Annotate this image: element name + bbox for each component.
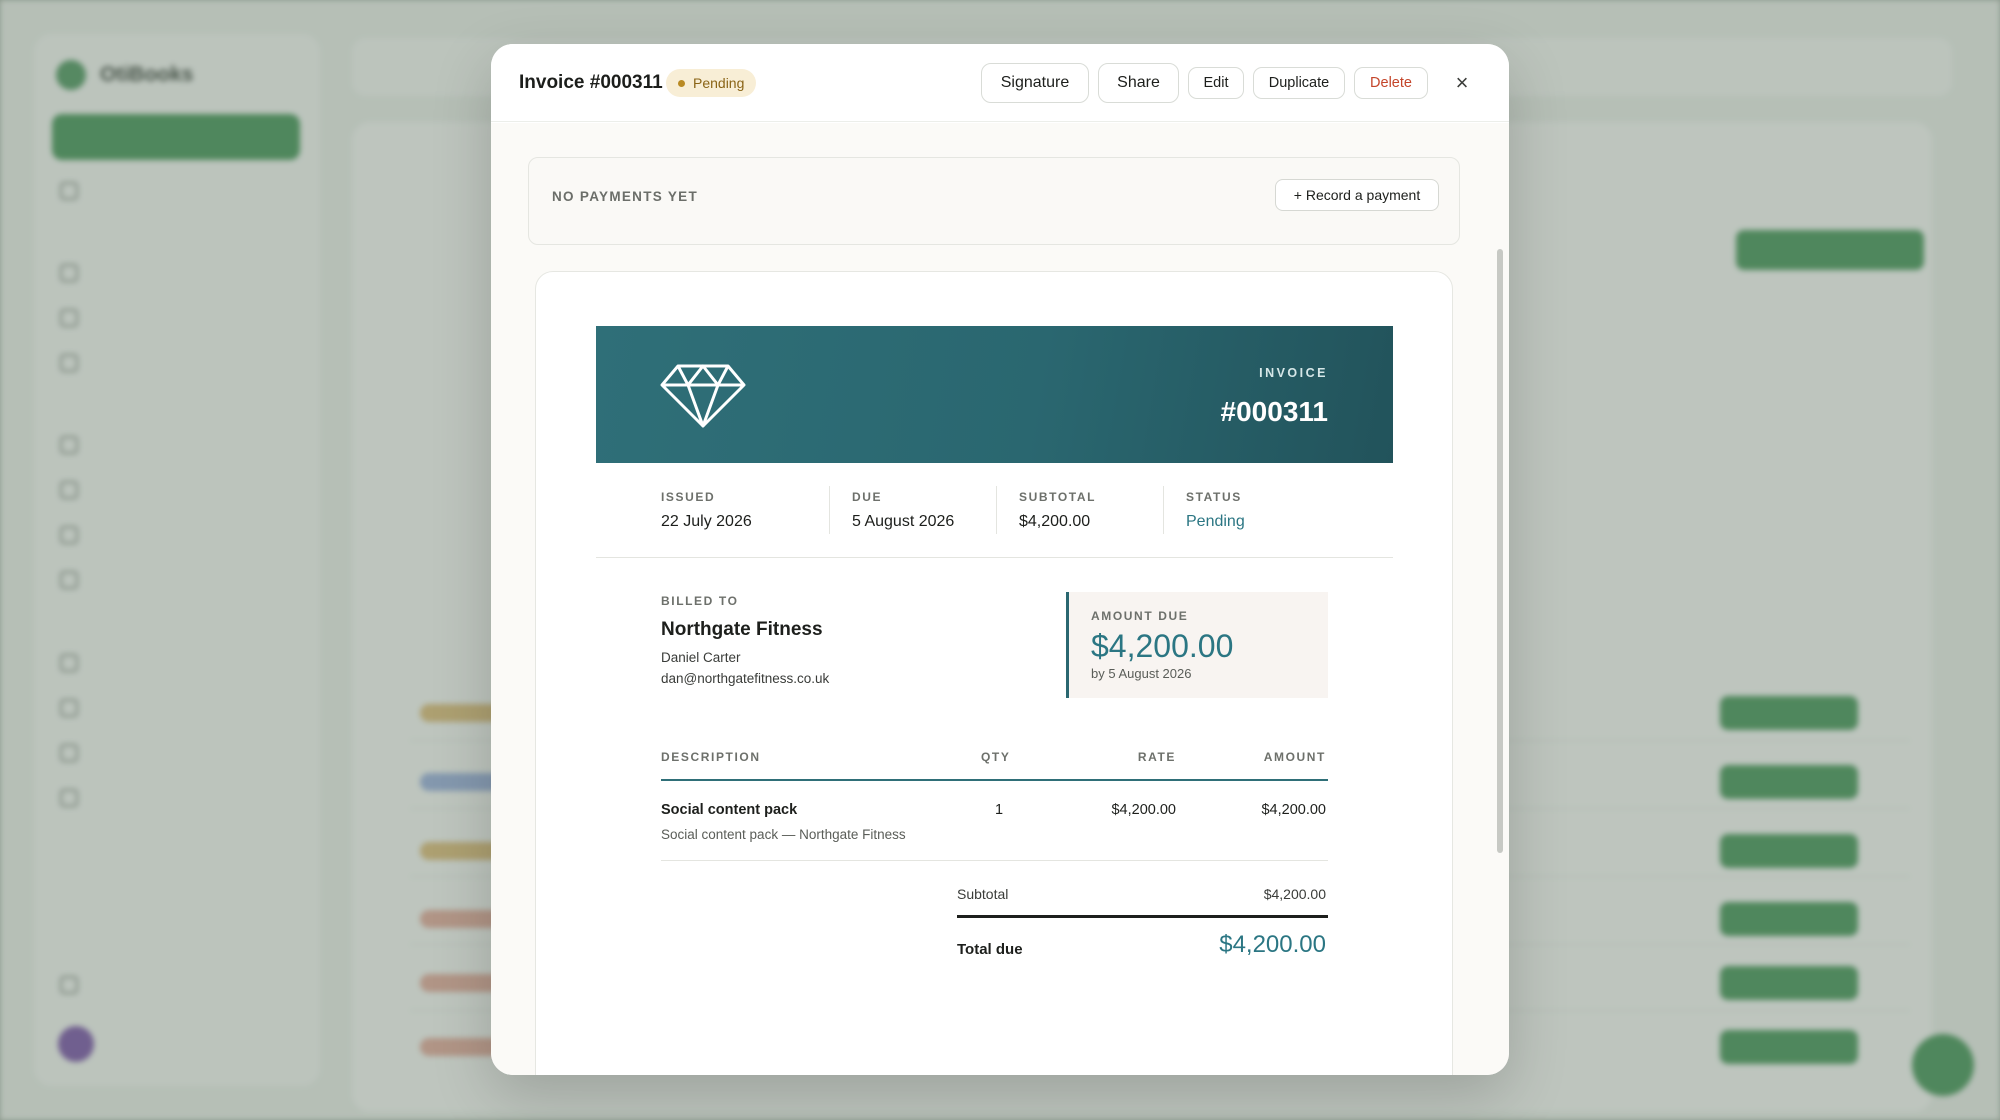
record-payment-button[interactable]: + Record a payment [1275,179,1439,211]
status-dot-icon [678,79,685,87]
table-header-rule [661,779,1328,781]
amount-due-by: by 5 August 2026 [1091,666,1192,681]
billed-to-label: BILLED TO [661,594,739,608]
invoice-number: #000311 [1220,396,1328,427]
modal-body: NO PAYMENTS YET + Record a payment INVOI… [491,123,1509,1075]
line-item-amount: $4,200.00 [1261,802,1326,818]
totals-subtotal-label: Subtotal [957,886,1009,902]
due-date: 5 August 2026 [852,513,955,530]
amount-due-label: AMOUNT DUE [1091,609,1189,623]
column-header-qty: QTY [981,750,1011,764]
edit-button[interactable]: Edit [1188,67,1244,99]
delete-button[interactable]: Delete [1354,67,1428,99]
invoice-document: INVOICE #000311 ISSUED 22 July 2026 DUE … [535,271,1453,1075]
subtotal-meta: SUBTOTAL $4,200.00 [1019,490,1096,531]
totals-subtotal-value: $4,200.00 [1263,886,1326,902]
meta-rule [596,557,1393,558]
duplicate-button[interactable]: Duplicate [1253,67,1345,99]
modal-header: Invoice #000311 Pending Signature Share … [491,44,1509,122]
payments-status-label: NO PAYMENTS YET [552,189,699,204]
payments-panel: NO PAYMENTS YET + Record a payment [528,157,1460,245]
invoice-header-label: INVOICE [1259,366,1328,380]
status-label: STATUS [1186,490,1242,504]
share-button[interactable]: Share [1098,63,1179,103]
total-due-label: Total due [957,941,1023,958]
amount-due-value: $4,200.00 [1091,628,1234,664]
column-header-rate: RATE [1137,750,1176,764]
modal-title: Invoice #000311 [519,72,663,93]
amount-due-box: AMOUNT DUE $4,200.00 by 5 August 2026 [1066,592,1328,698]
line-item-description: Social content pack [661,802,798,818]
invoice-banner: INVOICE #000311 [596,326,1393,463]
status-meta: STATUS Pending [1186,490,1245,531]
issued-meta: ISSUED 22 July 2026 [661,490,752,531]
client-email: dan@northgatefitness.co.uk [661,671,830,686]
column-header-description: DESCRIPTION [661,750,761,764]
diamond-icon [660,364,746,428]
status-value: Pending [1186,513,1245,530]
meta-divider [1163,486,1164,534]
signature-button[interactable]: Signature [981,63,1089,103]
subtotal-value: $4,200.00 [1019,513,1091,530]
meta-divider [829,486,830,534]
client-contact: Daniel Carter [661,650,741,665]
column-header-amount: AMOUNT [1263,750,1326,764]
total-rule [957,915,1328,918]
line-item-rate: $4,200.00 [1111,802,1176,818]
line-item-detail: Social content pack — Northgate Fitness [661,827,906,842]
status-badge-label: Pending [693,75,745,91]
client-company: Northgate Fitness [661,619,823,640]
close-icon[interactable]: × [1449,70,1475,96]
due-label: DUE [852,490,883,504]
total-due-value: $4,200.00 [1219,931,1326,958]
issued-date: 22 July 2026 [661,513,752,530]
invoice-modal: Invoice #000311 Pending Signature Share … [491,44,1509,1075]
issued-label: ISSUED [661,490,716,504]
line-item-qty: 1 [995,802,1004,818]
table-row-rule [661,860,1328,861]
status-badge: Pending [666,69,757,97]
meta-divider [996,486,997,534]
due-meta: DUE 5 August 2026 [852,490,954,531]
modal-scrollbar[interactable] [1497,249,1503,853]
subtotal-label: SUBTOTAL [1019,490,1097,504]
